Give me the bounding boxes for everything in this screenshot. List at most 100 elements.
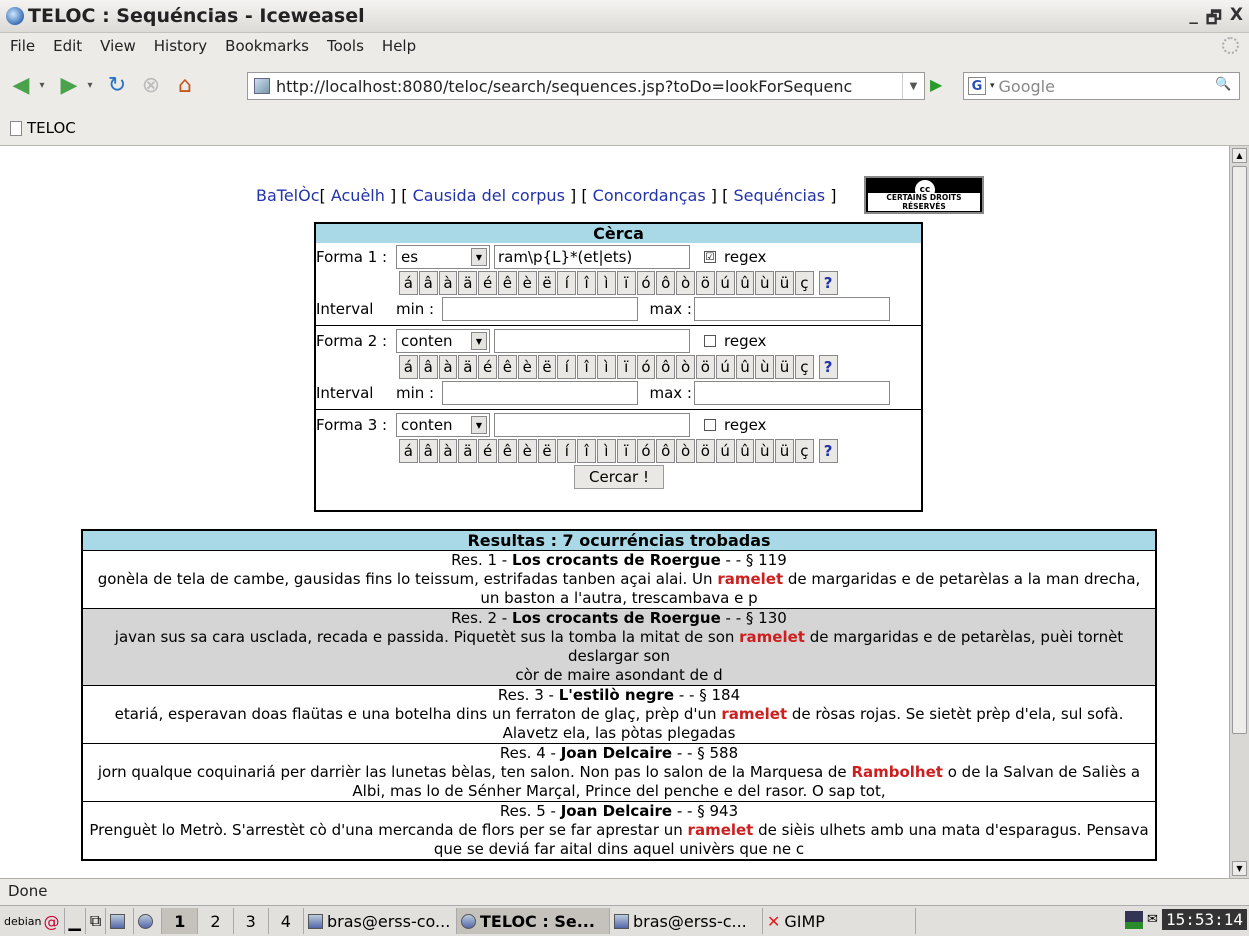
char-button[interactable]: ä — [458, 355, 478, 379]
char-button[interactable]: ô — [656, 355, 676, 379]
task-gimp[interactable]: ✕ GIMP — [763, 908, 916, 934]
cpu-monitor-icon[interactable] — [1125, 910, 1144, 929]
char-button[interactable]: ü — [775, 439, 794, 463]
debian-menu-button[interactable]: debian @ — [0, 908, 65, 934]
char-button[interactable]: ó — [636, 439, 656, 463]
forward-dropdown-icon[interactable]: ▾ — [84, 72, 96, 98]
char-button[interactable]: ú — [715, 355, 735, 379]
search-icon[interactable]: 🔍 — [1215, 77, 1235, 97]
back-dropdown-icon[interactable]: ▾ — [36, 72, 48, 98]
home-icon[interactable]: ⌂ — [172, 72, 198, 98]
menu-file[interactable]: File — [10, 37, 35, 55]
menu-help[interactable]: Help — [382, 37, 416, 55]
char-button[interactable]: ò — [676, 439, 695, 463]
regex2-checkbox[interactable] — [704, 335, 716, 347]
help-link[interactable]: ? — [818, 271, 838, 295]
nav-link-causida[interactable]: Causida del corpus — [413, 186, 565, 205]
char-button[interactable]: û — [735, 439, 755, 463]
char-button[interactable]: ë — [537, 439, 557, 463]
regex3-checkbox[interactable] — [704, 419, 716, 431]
back-icon[interactable]: ◀ — [8, 72, 34, 98]
regex1-checkbox[interactable]: ☑ — [704, 251, 716, 263]
task-terminal-2[interactable]: bras@erss-c... — [610, 908, 763, 934]
char-button[interactable]: ó — [636, 271, 656, 295]
desktop-1[interactable]: 1 — [162, 908, 199, 934]
char-button[interactable]: ç — [794, 271, 814, 295]
char-button[interactable]: ï — [616, 439, 636, 463]
min2-input[interactable] — [442, 381, 638, 405]
mail-icon[interactable]: ✉ — [1147, 912, 1158, 927]
menu-edit[interactable]: Edit — [53, 37, 82, 55]
forma2-input[interactable] — [494, 329, 690, 353]
desktop-3[interactable]: 3 — [234, 908, 269, 934]
char-button[interactable]: î — [577, 355, 596, 379]
char-button[interactable]: â — [418, 355, 438, 379]
char-button[interactable]: é — [478, 439, 497, 463]
char-button[interactable]: û — [735, 355, 755, 379]
char-button[interactable]: ú — [715, 271, 735, 295]
result-title[interactable]: Los crocants de Roergue — [512, 609, 721, 627]
char-button[interactable]: é — [478, 355, 497, 379]
scroll-up-icon[interactable]: ▲ — [1232, 148, 1247, 163]
char-button[interactable]: ö — [695, 355, 715, 379]
char-button[interactable]: ä — [458, 439, 478, 463]
nav-link-concordancas[interactable]: Concordanças — [593, 186, 706, 205]
search-engine-dropdown-icon[interactable]: ▾ — [990, 81, 995, 91]
char-button[interactable]: à — [438, 439, 458, 463]
clock[interactable]: 15:53:14 — [1161, 909, 1247, 930]
char-button[interactable]: à — [438, 355, 458, 379]
char-button[interactable]: î — [577, 439, 596, 463]
char-button[interactable]: ê — [497, 271, 517, 295]
min1-input[interactable] — [442, 297, 638, 321]
char-button[interactable]: á — [399, 271, 418, 295]
vertical-scrollbar[interactable]: ▲ ▼ — [1229, 146, 1249, 878]
cc-license-badge[interactable]: cc CERTAINS DROITS RÉSERVÉS — [864, 176, 984, 214]
char-button[interactable]: ù — [755, 355, 775, 379]
url-dropdown-icon[interactable]: ▼ — [902, 73, 924, 99]
forma1-input[interactable]: ram\p{L}*(et|ets) — [494, 245, 690, 269]
char-button[interactable]: ü — [775, 355, 794, 379]
char-button[interactable]: è — [517, 355, 537, 379]
char-button[interactable]: ò — [676, 271, 695, 295]
menu-view[interactable]: View — [100, 37, 136, 55]
close-button[interactable]: X — [1230, 5, 1243, 34]
char-button[interactable]: í — [557, 271, 577, 295]
char-button[interactable]: ç — [794, 355, 814, 379]
char-button[interactable]: ú — [715, 439, 735, 463]
char-button[interactable]: í — [557, 355, 577, 379]
scroll-down-icon[interactable]: ▼ — [1232, 861, 1247, 876]
help-link[interactable]: ? — [818, 355, 838, 379]
window-list-icon[interactable]: ⧉ — [86, 908, 107, 934]
char-button[interactable]: à — [438, 271, 458, 295]
char-button[interactable]: ê — [497, 355, 517, 379]
char-button[interactable]: è — [517, 439, 537, 463]
result-title[interactable]: Los crocants de Roergue — [512, 551, 721, 569]
reload-icon[interactable]: ↻ — [104, 72, 130, 98]
desktop-2[interactable]: 2 — [198, 908, 234, 934]
char-button[interactable]: î — [577, 271, 596, 295]
char-button[interactable]: ì — [596, 271, 616, 295]
nav-link-sequencias[interactable]: Sequéncias — [733, 186, 825, 205]
search-box[interactable]: G ▾ Google 🔍 — [963, 72, 1240, 100]
help-link[interactable]: ? — [818, 439, 838, 463]
menu-tools[interactable]: Tools — [327, 37, 364, 55]
minimize-button[interactable]: _ — [1189, 5, 1198, 34]
char-button[interactable]: í — [557, 439, 577, 463]
browser-launcher-icon[interactable] — [134, 908, 163, 934]
char-button[interactable]: ò — [676, 355, 695, 379]
char-button[interactable]: ü — [775, 271, 794, 295]
char-button[interactable]: á — [399, 355, 418, 379]
go-icon[interactable]: ▶ — [930, 75, 948, 97]
char-button[interactable]: â — [418, 271, 438, 295]
nav-brand-link[interactable]: BaTelÒc — [256, 186, 320, 205]
char-button[interactable]: â — [418, 439, 438, 463]
forma2-select[interactable]: conten ▼ — [396, 329, 490, 353]
task-terminal-1[interactable]: bras@erss-co... — [304, 908, 457, 934]
task-browser[interactable]: TELOC : Se... — [456, 908, 610, 934]
char-button[interactable]: é — [478, 271, 497, 295]
char-button[interactable]: ì — [596, 355, 616, 379]
forma3-input[interactable] — [494, 413, 690, 437]
result-title[interactable]: Joan Delcaire — [561, 802, 672, 820]
char-button[interactable]: û — [735, 271, 755, 295]
char-button[interactable]: ö — [695, 439, 715, 463]
